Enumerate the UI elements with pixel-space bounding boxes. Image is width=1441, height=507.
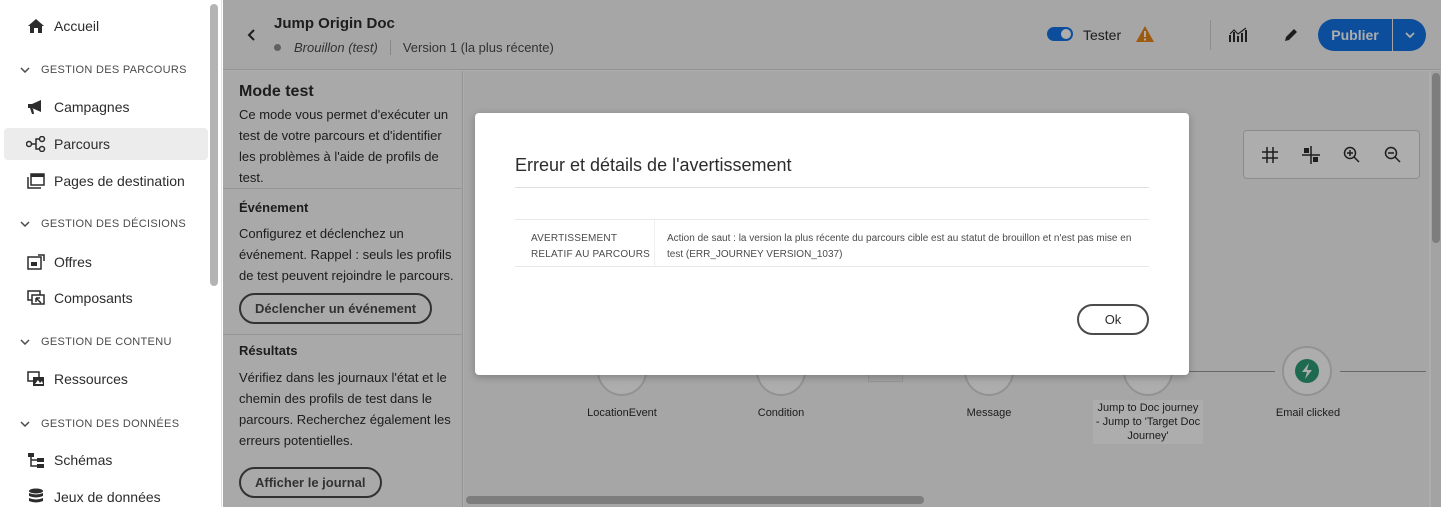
section-title: GESTION DE CONTENU	[41, 336, 172, 348]
ok-button[interactable]: Ok	[1077, 304, 1149, 335]
sidebar-item-landing-pages[interactable]: Pages de destination	[4, 165, 208, 197]
sidebar-item-label: Ressources	[54, 371, 128, 387]
sidebar-item-home[interactable]: Accueil	[4, 10, 208, 42]
warning-details-dialog: Erreur et détails de l'avertissement AVE…	[475, 113, 1189, 375]
sidebar-item-label: Accueil	[54, 18, 100, 34]
warning-message: Action de saut : la version la plus réce…	[667, 233, 1132, 260]
offer-icon	[26, 252, 46, 272]
sidebar-item-offers[interactable]: Offres	[4, 246, 208, 278]
section-title: GESTION DES PARCOURS	[41, 64, 187, 76]
sidebar-item-label: Pages de destination	[54, 173, 185, 189]
sidebar-item-label: Composants	[54, 290, 133, 306]
chevron-down-icon	[20, 421, 32, 427]
sidebar-item-label: Parcours	[54, 136, 111, 152]
section-title: GESTION DES DÉCISIONS	[41, 218, 187, 230]
sidebar-item-label: Campagnes	[54, 99, 130, 115]
database-icon	[26, 487, 46, 507]
sidebar: Accueil GESTION DES PARCOURS Campagnes P…	[0, 0, 222, 507]
sidebar-item-assets[interactable]: Ressources	[4, 363, 208, 395]
sidebar-item-label: Schémas	[54, 452, 113, 468]
sidebar-scrollbar[interactable]	[210, 4, 218, 286]
journey-icon	[26, 134, 46, 154]
sidebar-item-label: Offres	[54, 254, 92, 270]
section-content[interactable]: GESTION DE CONTENU	[20, 336, 172, 348]
dialog-divider	[515, 187, 1149, 188]
sidebar-item-schemas[interactable]: Schémas	[4, 444, 208, 476]
section-title: GESTION DES DONNÉES	[41, 418, 180, 430]
dialog-title: Erreur et détails de l'avertissement	[515, 155, 792, 175]
pages-icon	[26, 171, 46, 191]
section-journeys[interactable]: GESTION DES PARCOURS	[20, 64, 187, 76]
components-icon	[26, 288, 46, 308]
chevron-down-icon	[20, 67, 32, 73]
sidebar-item-datasets[interactable]: Jeux de données	[4, 481, 208, 507]
warning-table: AVERTISSEMENT RELATIF AU PARCOURS Action…	[515, 219, 1149, 267]
home-icon	[26, 16, 46, 36]
sidebar-item-journeys[interactable]: Parcours	[4, 128, 208, 160]
chevron-down-icon	[20, 221, 32, 227]
app-window: Accueil GESTION DES PARCOURS Campagnes P…	[0, 0, 1441, 507]
chevron-down-icon	[20, 339, 32, 345]
sidebar-item-campaigns[interactable]: Campagnes	[4, 91, 208, 123]
section-data[interactable]: GESTION DES DONNÉES	[20, 418, 179, 430]
megaphone-icon	[26, 97, 46, 117]
assets-icon	[26, 369, 46, 389]
section-decisions[interactable]: GESTION DES DÉCISIONS	[20, 218, 186, 230]
sidebar-item-label: Jeux de données	[54, 489, 161, 505]
warning-type: AVERTISSEMENT RELATIF AU PARCOURS	[515, 220, 655, 266]
schema-icon	[26, 450, 46, 470]
sidebar-item-components[interactable]: Composants	[4, 282, 208, 314]
